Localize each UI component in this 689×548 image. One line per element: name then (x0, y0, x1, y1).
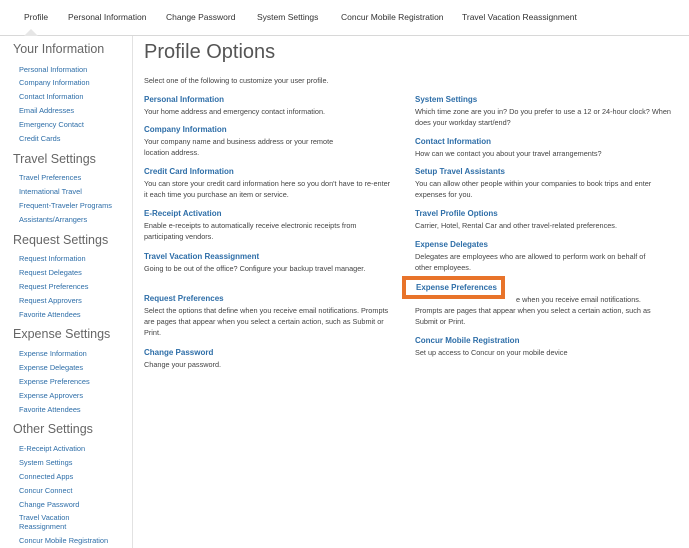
top-navigation: Profile Personal Information Change Pass… (0, 0, 689, 36)
option-desc-contact-information: How can we contact you about your travel… (415, 149, 602, 158)
sidebar-heading-expense-settings: Expense Settings (13, 327, 111, 341)
option-contact-information[interactable]: Contact Information (415, 137, 491, 146)
sidebar-item-request-approvers[interactable]: Request Approvers (19, 296, 82, 305)
sidebar-item-system-settings[interactable]: System Settings (19, 458, 72, 467)
tab-system-settings[interactable]: System Settings (257, 12, 318, 22)
option-concur-mobile-registration[interactable]: Concur Mobile Registration (415, 336, 519, 345)
option-desc-change-password: Change your password. (144, 360, 222, 369)
sidebar-item-email-addresses[interactable]: Email Addresses (19, 106, 74, 115)
sidebar-item-concur-connect[interactable]: Concur Connect (19, 486, 72, 495)
sidebar-item-emergency-contact[interactable]: Emergency Contact (19, 120, 84, 129)
sidebar-item-e-receipt-activation[interactable]: E-Receipt Activation (19, 444, 85, 453)
active-tab-indicator (24, 29, 38, 36)
sidebar-item-expense-preferences[interactable]: Expense Preferences (19, 377, 90, 386)
sidebar-item-expense-approvers[interactable]: Expense Approvers (19, 391, 83, 400)
option-desc-company-information: Your company name and business address o… (144, 137, 334, 157)
sidebar-item-concur-mobile-registration[interactable]: Concur Mobile Registration (19, 536, 108, 545)
option-travel-vacation-reassignment[interactable]: Travel Vacation Reassignment (144, 252, 259, 261)
sidebar-heading-request-settings: Request Settings (13, 233, 109, 247)
option-desc-expense-preferences-tail: e when you receive email notifications. (516, 295, 641, 304)
option-desc-setup-travel-assistants: You can allow other people within your c… (415, 179, 652, 199)
sidebar-item-assistants-arrangers[interactable]: Assistants/Arrangers (19, 215, 87, 224)
option-desc-personal-information: Your home address and emergency contact … (144, 107, 326, 116)
intro-text: Select one of the following to customize… (144, 76, 329, 85)
sidebar-item-change-password[interactable]: Change Password (19, 500, 79, 509)
sidebar-item-travel-preferences[interactable]: Travel Preferences (19, 173, 81, 182)
sidebar-item-company-information[interactable]: Company Information (19, 78, 90, 87)
option-desc-travel-profile-options: Carrier, Hotel, Rental Car and other tra… (415, 221, 617, 230)
tab-profile[interactable]: Profile (24, 12, 48, 22)
option-e-receipt-activation[interactable]: E-Receipt Activation (144, 209, 222, 218)
option-system-settings[interactable]: System Settings (415, 95, 477, 104)
sidebar-item-request-preferences[interactable]: Request Preferences (19, 282, 88, 291)
option-desc-travel-vacation-reassignment: Going to be out of the office? Configure… (144, 264, 366, 273)
expense-preferences-highlight: Expense Preferences (402, 276, 505, 299)
sidebar-item-credit-cards[interactable]: Credit Cards (19, 134, 60, 143)
sidebar-item-reassignment[interactable]: Reassignment (19, 522, 66, 531)
option-credit-card-information[interactable]: Credit Card Information (144, 167, 234, 176)
tab-personal-information[interactable]: Personal Information (68, 12, 146, 22)
option-desc-expense-delegates: Delegates are employees who are allowed … (415, 252, 646, 272)
option-change-password[interactable]: Change Password (144, 348, 213, 357)
sidebar-item-connected-apps[interactable]: Connected Apps (19, 472, 73, 481)
option-personal-information[interactable]: Personal Information (144, 95, 224, 104)
sidebar-item-travel-vacation[interactable]: Travel Vacation (19, 513, 70, 522)
option-desc-expense-preferences: Prompts are pages that appear when you s… (415, 306, 651, 326)
sidebar-item-request-delegates[interactable]: Request Delegates (19, 268, 82, 277)
sidebar-item-expense-delegates[interactable]: Expense Delegates (19, 363, 83, 372)
page-title: Profile Options (144, 41, 276, 63)
option-expense-delegates[interactable]: Expense Delegates (415, 240, 488, 249)
sidebar-item-expense-information[interactable]: Expense Information (19, 349, 87, 358)
option-desc-concur-mobile-registration: Set up access to Concur on your mobile d… (415, 348, 568, 357)
option-travel-profile-options[interactable]: Travel Profile Options (415, 209, 498, 218)
tab-concur-mobile-registration[interactable]: Concur Mobile Registration (341, 12, 444, 22)
sidebar-item-contact-information[interactable]: Contact Information (19, 92, 84, 101)
sidebar-item-expense-favorite-attendees[interactable]: Favorite Attendees (19, 405, 81, 414)
sidebar: Your Information Personal Information Co… (8, 36, 133, 548)
sidebar-heading-other-settings: Other Settings (13, 422, 93, 436)
option-request-preferences[interactable]: Request Preferences (144, 294, 224, 303)
sidebar-item-favorite-attendees[interactable]: Favorite Attendees (19, 310, 81, 319)
option-setup-travel-assistants[interactable]: Setup Travel Assistants (415, 167, 505, 176)
tab-travel-vacation-reassignment[interactable]: Travel Vacation Reassignment (462, 12, 577, 22)
option-desc-credit-card-information: You can store your credit card informati… (144, 179, 391, 199)
option-desc-system-settings: Which time zone are you in? Do you prefe… (415, 107, 671, 127)
sidebar-item-frequent-traveler-programs[interactable]: Frequent-Traveler Programs (19, 201, 112, 210)
main-content: Profile Options Select one of the follow… (134, 36, 689, 548)
option-company-information[interactable]: Company Information (144, 125, 227, 134)
sidebar-item-request-information[interactable]: Request Information (19, 254, 86, 263)
option-expense-preferences[interactable]: Expense Preferences (416, 283, 497, 292)
sidebar-item-international-travel[interactable]: International Travel (19, 187, 82, 196)
option-desc-request-preferences: Select the options that define when you … (144, 306, 389, 337)
tab-change-password[interactable]: Change Password (166, 12, 235, 22)
option-desc-e-receipt-activation: Enable e-receipts to automatically recei… (144, 221, 357, 241)
sidebar-item-personal-information[interactable]: Personal Information (19, 65, 87, 74)
sidebar-heading-your-information: Your Information (13, 42, 105, 56)
sidebar-heading-travel-settings: Travel Settings (13, 152, 96, 166)
